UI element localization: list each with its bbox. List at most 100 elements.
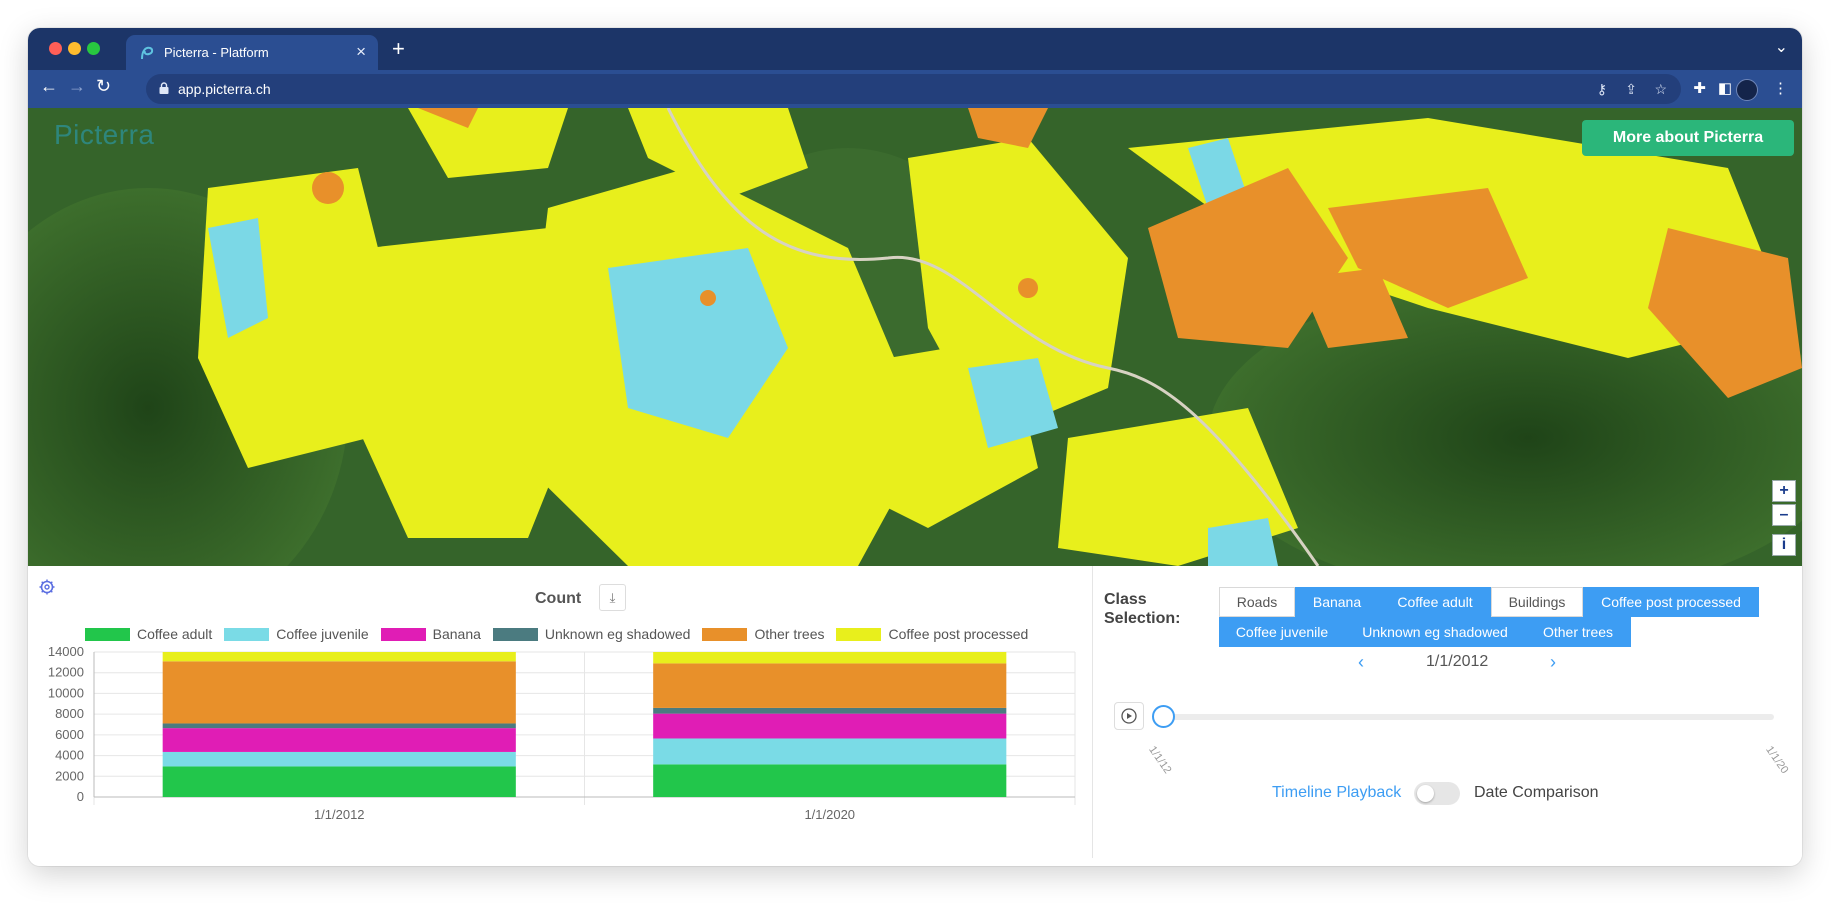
legend-swatch [224,627,270,641]
mode-toggle[interactable] [1414,782,1460,805]
legend-item[interactable]: Other trees [702,626,824,642]
profile-avatar[interactable] [1736,79,1758,101]
legend-swatch [702,627,748,641]
analytics-panel: Count ⤓ Coffee adult Coffee juvenile Banan… [28,566,1802,866]
menu-kebab-icon[interactable]: ⋮ [1773,79,1788,97]
legend-label: Coffee adult [137,626,213,642]
legend-item[interactable]: Coffee post processed [836,626,1028,642]
current-date: 1/1/2012 [1426,653,1489,670]
timeline-start-label: 1/1/12 [1146,744,1174,776]
key-icon[interactable]: ⚷ [1597,81,1607,98]
info-button[interactable]: i [1772,534,1796,556]
close-tab-icon[interactable]: × [356,42,366,62]
bar-segment [162,723,516,729]
y-tick-label: 10000 [48,685,84,700]
url-text: app.picterra.ch [178,81,271,97]
y-tick-label: 14000 [48,644,84,659]
class-selection-label: Class Selection: [1104,590,1180,628]
y-tick-label: 4000 [55,748,84,763]
play-button[interactable] [1114,702,1144,730]
chart-legend: Coffee adult Coffee juvenile Banana Unknown… [85,626,1028,642]
class-chip[interactable]: Coffee adult [1379,587,1491,617]
maximize-window-icon[interactable] [87,42,100,55]
zoom-out-button[interactable]: – [1772,504,1796,526]
tab-title: Picterra - Platform [164,45,269,60]
tab-picterra[interactable]: Picterra - Platform × [126,35,378,70]
close-window-icon[interactable] [49,42,62,55]
bookmark-star-icon[interactable]: ☆ [1654,81,1667,98]
y-tick-label: 8000 [55,706,84,721]
bar-segment [162,652,516,662]
reload-icon[interactable]: ↻ [96,76,111,97]
bar-segment [653,738,1007,765]
class-chip[interactable]: Banana [1295,587,1379,617]
timeline-playback-label[interactable]: Timeline Playback [1272,784,1401,802]
bar-segment [162,661,516,724]
class-chip[interactable]: Other trees [1525,617,1631,647]
x-tick-label: 1/1/2020 [804,807,855,822]
more-about-picterra-button[interactable]: More about Picterra [1582,120,1794,156]
bar-segment [653,652,1007,664]
minimize-window-icon[interactable] [68,42,81,55]
class-chip[interactable]: Coffee juvenile [1219,617,1345,647]
side-panel-icon[interactable]: ◧ [1718,79,1732,97]
bar-segment [653,663,1007,708]
browser-toolbar: ← → ↻ app.picterra.ch ⚷ ⇪ ☆ ✚ ◧ ⋮ [28,70,1802,108]
address-bar[interactable]: app.picterra.ch ⚷ ⇪ ☆ [146,74,1681,104]
forward-arrow-icon[interactable]: → [68,76,86,97]
date-comparison-label[interactable]: Date Comparison [1474,784,1599,802]
legend-swatch [85,627,130,641]
segmentation-overlay [28,108,1802,566]
share-icon[interactable]: ⇪ [1625,81,1637,98]
browser-window: Picterra - Platform × + ⌄ ← → ↻ app.pict… [28,28,1802,866]
map-view[interactable]: Picterra More about Picterra + – i [28,108,1802,566]
class-chip[interactable]: Unknown eg shadowed [1345,617,1525,647]
play-icon [1121,708,1137,724]
picterra-favicon-icon [141,46,154,60]
bar-segment [162,751,516,767]
legend-swatch [492,627,538,641]
legend-swatch [836,627,882,641]
class-chip[interactable]: Roads [1219,587,1295,617]
previous-date-chevron-icon[interactable]: ‹ [1358,652,1364,673]
timeline-track[interactable] [1166,714,1774,720]
legend-label: Coffee post processed [888,626,1029,642]
legend-label: Banana [432,626,481,642]
gear-icon[interactable] [38,578,56,596]
panel-divider [1092,566,1093,858]
extensions-puzzle-icon[interactable]: ✚ [1693,79,1706,97]
legend-item[interactable]: Coffee juvenile [224,626,369,642]
class-label-line-2: Selection: [1104,610,1181,627]
timeline-slider-handle[interactable] [1152,705,1175,728]
bar-segment [162,766,516,797]
picterra-logo: Picterra [54,119,155,150]
tab-strip: Picterra - Platform × + ⌄ [28,28,1802,70]
legend-item[interactable]: Banana [380,626,481,642]
legend-label: Other trees [754,626,825,642]
legend-label: Unknown eg shadowed [544,626,691,642]
timeline-end-label: 1/1/20 [1763,744,1791,776]
back-arrow-icon[interactable]: ← [40,76,58,97]
class-chip[interactable]: Coffee post processed [1583,587,1759,617]
legend-item[interactable]: Coffee adult [85,626,212,642]
y-tick-label: 0 [77,789,84,804]
x-tick-label: 1/1/2012 [314,807,365,822]
y-tick-label: 12000 [48,665,84,680]
download-icon[interactable]: ⤓ [599,584,626,611]
lock-icon [159,82,169,94]
y-tick-label: 6000 [55,727,84,742]
zoom-in-button[interactable]: + [1772,480,1796,502]
bar-segment [653,764,1007,797]
legend-item[interactable]: Unknown eg shadowed [492,626,691,642]
legend-label: Coffee juvenile [276,626,369,642]
stacked-bar-chart: 0 2000 4000 6000 8000 10000 12000 14000 1/1/2012… [48,644,1076,822]
bar-segment [653,707,1007,714]
bar-segment [653,713,1007,739]
new-tab-button[interactable]: + [392,36,405,62]
class-chip[interactable]: Buildings [1491,587,1583,617]
next-date-chevron-icon[interactable]: › [1550,652,1556,673]
legend-swatch [380,627,426,641]
chart-title: Count [535,590,582,607]
bar-segment [162,728,516,752]
tab-search-chevron-icon[interactable]: ⌄ [1775,37,1788,57]
